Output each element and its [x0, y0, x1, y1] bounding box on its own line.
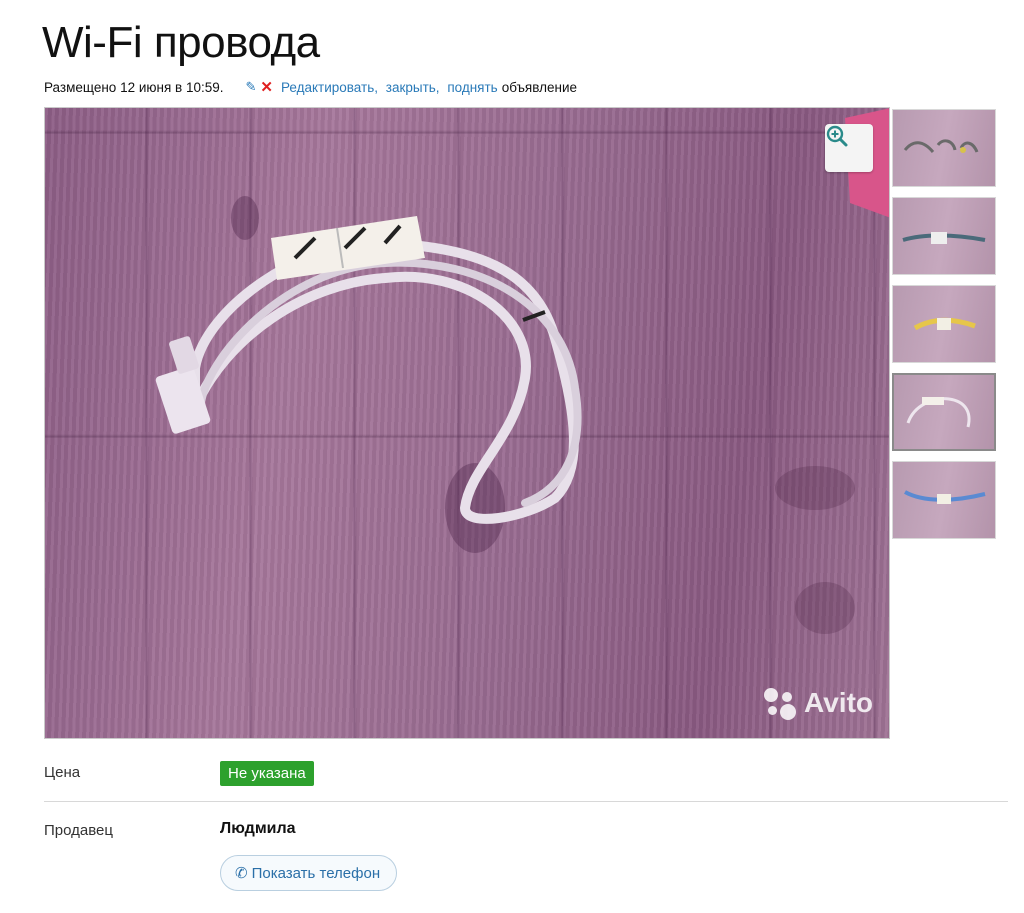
posted-date: Размещено 12 июня в 10:59.: [44, 79, 224, 95]
thumbnail[interactable]: [892, 109, 996, 187]
avito-watermark: Avito: [764, 686, 873, 720]
listing-meta: Размещено 12 июня в 10:59. ✎ ✕ Редактиро…: [44, 78, 577, 96]
divider: [44, 801, 1008, 802]
price-label: Цена: [44, 764, 81, 781]
phone-icon: ✆: [235, 865, 248, 882]
main-photo[interactable]: Avito: [44, 107, 890, 739]
thumbnail[interactable]: [892, 197, 996, 275]
pencil-icon[interactable]: ✎: [245, 79, 256, 95]
thumbnail-image: [906, 397, 971, 428]
thumbnail-image: [904, 490, 986, 504]
close-icon[interactable]: ✕: [260, 78, 273, 96]
thumbnail-active[interactable]: [892, 373, 996, 451]
avito-logo-icon: [764, 686, 798, 720]
thumbnail-image: [913, 317, 976, 331]
seller-name: Людмила: [220, 820, 296, 837]
listing-word: объявление: [501, 79, 577, 95]
zoom-button[interactable]: [825, 124, 873, 172]
zoom-in-icon: [826, 125, 848, 147]
show-phone-button[interactable]: ✆ Показать телефон: [220, 855, 398, 891]
thumbnail[interactable]: [892, 285, 996, 363]
thumbnail-image: [902, 232, 986, 244]
thumbnail[interactable]: [892, 461, 996, 539]
cable-photo: [155, 108, 889, 634]
thumbnail-image: [903, 139, 979, 153]
raise-link[interactable]: поднять: [447, 80, 497, 95]
show-phone-label: Показать телефон: [251, 864, 381, 882]
page-title: Wi-Fi провода: [42, 18, 320, 67]
avito-watermark-text: Avito: [804, 687, 873, 718]
edit-link[interactable]: Редактировать: [281, 80, 374, 95]
price-badge: Не указана: [220, 761, 314, 786]
thumbnail-strip: [892, 109, 998, 549]
seller-label: Продавец: [44, 822, 113, 839]
close-link[interactable]: закрыть: [386, 80, 436, 95]
